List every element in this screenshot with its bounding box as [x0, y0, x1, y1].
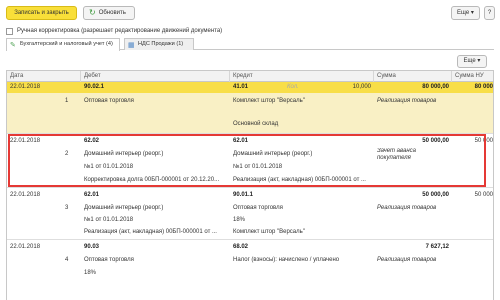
register-icon: ▦	[128, 42, 135, 49]
row-sum-nu: 80 000	[474, 84, 493, 90]
row-sum: 7 627,12	[425, 244, 449, 250]
debit-subconto-2: 18%	[84, 270, 97, 276]
credit-subconto-1: Налог (взносы): начислено / уплачено	[233, 257, 340, 263]
credit-subconto-3: Комплект штор "Версаль"	[233, 229, 305, 235]
table-row[interactable]: 22.01.2018 90.02.1 41.01 Кол. 10,000 80 …	[7, 82, 493, 134]
row-sum: 80 000,00	[422, 84, 449, 90]
credit-account: 41.01	[233, 84, 249, 90]
column-date[interactable]: Дата	[7, 71, 81, 82]
debit-subconto-1: Оптовая торговля	[84, 257, 134, 263]
row-content: Реализация товаров	[377, 205, 437, 211]
credit-subconto-2: Основной склад	[233, 121, 279, 127]
debit-subconto-2: №1 от 01.01.2018	[84, 217, 134, 223]
table-row[interactable]: 22.01.2018 90.03 68.02 7 627,12 4 Оптова…	[7, 240, 493, 300]
debit-subconto-1: Домашний интерьер (реорг.)	[84, 205, 164, 211]
refresh-button[interactable]: ↻ Обновить	[83, 6, 135, 20]
table-more-button[interactable]: Еще ▾	[457, 55, 487, 68]
row-content: Реализация товаров	[377, 98, 437, 104]
credit-subconto-2: 18%	[233, 217, 246, 223]
refresh-label: Обновить	[98, 10, 126, 16]
debit-account: 90.03	[84, 244, 100, 250]
row-date: 22.01.2018	[10, 244, 41, 250]
manual-edit-row: Ручная корректировка (разрешает редактир…	[6, 26, 222, 36]
manual-edit-label: Ручная корректировка (разрешает редактир…	[17, 28, 223, 34]
row-sum: 50 000,00	[422, 192, 449, 198]
highlight-frame	[8, 134, 486, 187]
credit-subconto-1: Оптовая торговля	[233, 205, 283, 211]
credit-account: 68.02	[233, 244, 249, 250]
tab-vat-sales[interactable]: ▦ НДС Продажи (1)	[124, 38, 194, 50]
row-number: 4	[65, 257, 69, 263]
refresh-icon: ↻	[89, 8, 96, 17]
more-menu-button[interactable]: Еще ▾	[451, 6, 480, 20]
column-credit[interactable]: Кредит	[230, 71, 374, 82]
debit-account: 62.01	[84, 192, 100, 198]
credit-qty-label: Кол.	[287, 84, 299, 90]
tab-accounting[interactable]: ✎ Бухгалтерский и налоговый учет (4)	[6, 38, 120, 51]
credit-subconto-1: Комплект штор "Версаль"	[233, 98, 305, 104]
row-number: 3	[65, 205, 69, 211]
manual-edit-checkbox[interactable]	[6, 27, 13, 35]
row-number: 1	[65, 98, 69, 104]
toolbar: Записать и закрыть ↻ Обновить Еще ▾ ?	[6, 6, 495, 22]
column-sum-nu[interactable]: Сумма НУ	[452, 71, 493, 82]
debit-account: 90.02.1	[84, 84, 105, 90]
credit-qty: 10,000	[352, 84, 371, 90]
ledger-icon: ✎	[10, 42, 16, 49]
tab-vat-sales-label: НДС Продажи (1)	[138, 41, 184, 47]
tab-bar: ✎ Бухгалтерский и налоговый учет (4) ▦ Н…	[6, 38, 494, 51]
column-sum[interactable]: Сумма	[374, 71, 452, 82]
debit-subconto-1: Оптовая торговля	[84, 98, 134, 104]
table-row[interactable]: 22.01.2018 62.01 90.01.1 50 000,00 50 00…	[7, 188, 493, 240]
row-date: 22.01.2018	[10, 84, 41, 90]
debit-subconto-3: Реализация (акт, накладная) 00БП-000001 …	[84, 229, 217, 235]
help-button[interactable]: ?	[484, 6, 495, 20]
table-header: Дата Дебет Кредит Сумма Сумма НУ	[7, 71, 493, 82]
column-debit[interactable]: Дебет	[81, 71, 230, 82]
credit-account: 90.01.1	[233, 192, 254, 198]
row-date: 22.01.2018	[10, 192, 41, 198]
row-sum-nu: 50 000	[474, 192, 493, 198]
row-content: Реализация товаров	[377, 257, 437, 263]
tab-accounting-label: Бухгалтерский и налоговый учет (4)	[20, 41, 113, 47]
save-and-close-button[interactable]: Записать и закрыть	[6, 6, 77, 20]
